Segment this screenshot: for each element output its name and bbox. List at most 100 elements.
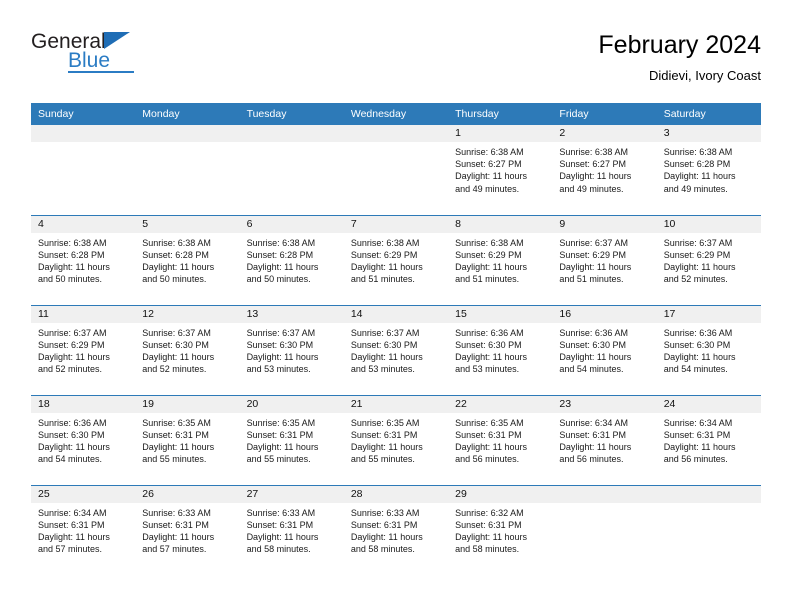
day-number: 23 xyxy=(552,395,657,413)
calendar-day-cell[interactable]: 1 Sunrise: 6:38 AM Sunset: 6:27 PM Daylight… xyxy=(448,125,553,215)
calendar-day-cell[interactable]: 14 Sunrise: 6:37 AM Sunset: 6:30 PM Dayligh… xyxy=(343,304,449,395)
calendar-day-cell[interactable]: 11 Sunrise: 6:37 AM Sunset: 6:29 PM Dayligh… xyxy=(31,304,136,395)
triangle-icon xyxy=(103,32,130,49)
day-number: 29 xyxy=(448,485,553,503)
day-details: Sunrise: 6:37 AM Sunset: 6:29 PM Daylight:… xyxy=(31,323,135,376)
calendar-day-cell[interactable]: 13 Sunrise: 6:37 AM Sunset: 6:30 PM Dayligh… xyxy=(239,304,344,395)
daylight-text-line2: and 51 minutes. xyxy=(455,274,520,285)
sunset-text: Sunset: 6:28 PM xyxy=(663,159,731,170)
daylight-text-line2: and 58 minutes. xyxy=(350,544,415,555)
calendar-day-cell[interactable]: 2 Sunrise: 6:38 AM Sunset: 6:27 PM Daylight… xyxy=(552,125,657,215)
day-number: 26 xyxy=(135,485,240,503)
sunset-text: Sunset: 6:31 PM xyxy=(455,429,522,440)
calendar-day-cell[interactable]: 3 Sunrise: 6:38 AM Sunset: 6:28 PM Daylight… xyxy=(656,125,761,215)
calendar-day-cell[interactable]: 7 Sunrise: 6:38 AM Sunset: 6:29 PM Daylight… xyxy=(343,214,449,305)
daylight-text-line2: and 58 minutes. xyxy=(455,544,520,555)
calendar-empty-cell xyxy=(343,125,449,215)
day-details: Sunrise: 6:38 AM Sunset: 6:28 PM Daylight:… xyxy=(31,233,135,286)
sunrise-text: Sunrise: 6:38 AM xyxy=(142,237,211,248)
daylight-text-line1: Daylight: 11 hours xyxy=(38,261,110,272)
sunset-text: Sunset: 6:30 PM xyxy=(455,339,522,350)
sunset-text: Sunset: 6:31 PM xyxy=(455,519,522,530)
day-details: Sunrise: 6:36 AM Sunset: 6:30 PM Daylight:… xyxy=(657,323,761,376)
day-number: 3 xyxy=(656,125,761,142)
daylight-text-line2: and 50 minutes. xyxy=(38,274,103,285)
calendar-empty-cell xyxy=(656,484,761,575)
sunset-text: Sunset: 6:31 PM xyxy=(38,519,105,530)
sunrise-text: Sunrise: 6:35 AM xyxy=(246,417,316,428)
daylight-text-line2: and 49 minutes. xyxy=(455,183,520,194)
weekday-header-tuesday: Tuesday xyxy=(239,103,344,125)
sunset-text: Sunset: 6:29 PM xyxy=(455,249,522,260)
calendar-day-cell[interactable]: 26 Sunrise: 6:33 AM Sunset: 6:31 PM Dayligh… xyxy=(135,484,240,575)
sunset-text: Sunset: 6:31 PM xyxy=(142,519,209,530)
daylight-text-line1: Daylight: 11 hours xyxy=(559,351,632,362)
day-number: 6 xyxy=(239,215,344,233)
daylight-text-line1: Daylight: 11 hours xyxy=(246,441,319,452)
sunrise-text: Sunrise: 6:38 AM xyxy=(38,237,107,248)
daylight-text-line1: Daylight: 11 hours xyxy=(663,441,736,452)
calendar-day-cell[interactable]: 27 Sunrise: 6:33 AM Sunset: 6:31 PM Dayligh… xyxy=(239,484,344,575)
daylight-text-line1: Daylight: 11 hours xyxy=(455,261,527,272)
day-details: Sunrise: 6:38 AM Sunset: 6:28 PM Daylight:… xyxy=(657,142,761,195)
calendar-day-cell[interactable]: 18 Sunrise: 6:36 AM Sunset: 6:30 PM Dayligh… xyxy=(31,394,136,485)
sunrise-text: Sunrise: 6:37 AM xyxy=(142,327,211,338)
calendar-day-cell[interactable]: 22 Sunrise: 6:35 AM Sunset: 6:31 PM Dayligh… xyxy=(448,394,553,485)
sunset-text: Sunset: 6:28 PM xyxy=(246,249,314,260)
day-details: Sunrise: 6:33 AM Sunset: 6:31 PM Daylight:… xyxy=(240,503,344,556)
sunrise-text: Sunrise: 6:37 AM xyxy=(350,327,420,338)
sunset-text: Sunset: 6:27 PM xyxy=(455,159,522,170)
calendar-day-cell[interactable]: 6 Sunrise: 6:38 AM Sunset: 6:28 PM Daylight… xyxy=(239,214,344,305)
sunset-text: Sunset: 6:30 PM xyxy=(246,339,314,350)
daylight-text-line2: and 58 minutes. xyxy=(246,544,311,555)
day-details: Sunrise: 6:37 AM Sunset: 6:29 PM Daylight:… xyxy=(552,233,656,286)
daylight-text-line1: Daylight: 11 hours xyxy=(559,441,632,452)
day-details: Sunrise: 6:36 AM Sunset: 6:30 PM Daylight:… xyxy=(31,413,135,466)
sunset-text: Sunset: 6:31 PM xyxy=(350,519,418,530)
calendar-day-cell[interactable]: 20 Sunrise: 6:35 AM Sunset: 6:31 PM Dayligh… xyxy=(239,394,344,485)
day-details: Sunrise: 6:34 AM Sunset: 6:31 PM Daylight:… xyxy=(31,503,135,556)
day-number: 21 xyxy=(343,395,449,413)
calendar-day-cell[interactable]: 12 Sunrise: 6:37 AM Sunset: 6:30 PM Dayligh… xyxy=(135,304,240,395)
daylight-text-line1: Daylight: 11 hours xyxy=(350,531,423,542)
brand-logo[interactable]: General Blue xyxy=(31,30,231,73)
calendar-day-cell[interactable]: 24 Sunrise: 6:34 AM Sunset: 6:31 PM Dayligh… xyxy=(656,394,761,485)
day-details: Sunrise: 6:36 AM Sunset: 6:30 PM Daylight:… xyxy=(552,323,656,376)
daylight-text-line2: and 53 minutes. xyxy=(246,364,311,375)
calendar-day-cell[interactable]: 4 Sunrise: 6:38 AM Sunset: 6:28 PM Daylight… xyxy=(31,214,136,305)
daylight-text-line1: Daylight: 11 hours xyxy=(455,171,527,182)
calendar-day-cell[interactable]: 8 Sunrise: 6:38 AM Sunset: 6:29 PM Daylight… xyxy=(448,214,553,305)
daylight-text-line2: and 51 minutes. xyxy=(350,274,415,285)
calendar-header-row: Sunday Monday Tuesday Wednesday Thursday… xyxy=(31,103,761,125)
calendar-day-cell[interactable]: 9 Sunrise: 6:37 AM Sunset: 6:29 PM Daylight… xyxy=(552,214,657,305)
calendar-day-cell[interactable]: 25 Sunrise: 6:34 AM Sunset: 6:31 PM Dayligh… xyxy=(31,484,136,575)
day-details: Sunrise: 6:36 AM Sunset: 6:30 PM Daylight:… xyxy=(448,323,552,376)
calendar-day-cell[interactable]: 19 Sunrise: 6:35 AM Sunset: 6:31 PM Dayligh… xyxy=(135,394,240,485)
calendar-week-row: 18 Sunrise: 6:36 AM Sunset: 6:30 PM Dayligh… xyxy=(31,394,761,485)
daylight-text-line2: and 49 minutes. xyxy=(559,183,624,194)
day-number: 25 xyxy=(31,485,136,503)
calendar-day-cell[interactable]: 23 Sunrise: 6:34 AM Sunset: 6:31 PM Dayligh… xyxy=(552,394,657,485)
calendar-day-cell[interactable]: 5 Sunrise: 6:38 AM Sunset: 6:28 PM Daylight… xyxy=(135,214,240,305)
calendar-day-cell[interactable]: 21 Sunrise: 6:35 AM Sunset: 6:31 PM Dayligh… xyxy=(343,394,449,485)
daylight-text-line1: Daylight: 11 hours xyxy=(38,531,110,542)
daylight-text-line2: and 57 minutes. xyxy=(38,544,103,555)
weekday-header-friday: Friday xyxy=(552,103,657,125)
sunrise-text: Sunrise: 6:36 AM xyxy=(663,327,733,338)
calendar-day-cell[interactable]: 16 Sunrise: 6:36 AM Sunset: 6:30 PM Dayligh… xyxy=(552,304,657,395)
sunrise-text: Sunrise: 6:37 AM xyxy=(559,237,628,248)
calendar-empty-cell xyxy=(31,125,136,215)
calendar-day-cell[interactable]: 17 Sunrise: 6:36 AM Sunset: 6:30 PM Dayligh… xyxy=(656,304,761,395)
sunset-text: Sunset: 6:29 PM xyxy=(38,339,105,350)
daylight-text-line2: and 51 minutes. xyxy=(559,274,624,285)
calendar-grid: Sunday Monday Tuesday Wednesday Thursday… xyxy=(31,103,761,575)
day-number: 9 xyxy=(552,215,657,233)
calendar-day-cell[interactable]: 15 Sunrise: 6:36 AM Sunset: 6:30 PM Dayligh… xyxy=(448,304,553,395)
calendar-day-cell[interactable]: 28 Sunrise: 6:33 AM Sunset: 6:31 PM Dayligh… xyxy=(343,484,449,575)
calendar-day-cell[interactable]: 10 Sunrise: 6:37 AM Sunset: 6:29 PM Dayligh… xyxy=(656,214,761,305)
daylight-text-line2: and 54 minutes. xyxy=(38,454,103,465)
calendar-week-row: 11 Sunrise: 6:37 AM Sunset: 6:29 PM Dayligh… xyxy=(31,304,761,395)
calendar-day-cell[interactable]: 29 Sunrise: 6:32 AM Sunset: 6:31 PM Dayligh… xyxy=(448,484,553,575)
daylight-text-line2: and 55 minutes. xyxy=(246,454,311,465)
sunset-text: Sunset: 6:30 PM xyxy=(38,429,105,440)
